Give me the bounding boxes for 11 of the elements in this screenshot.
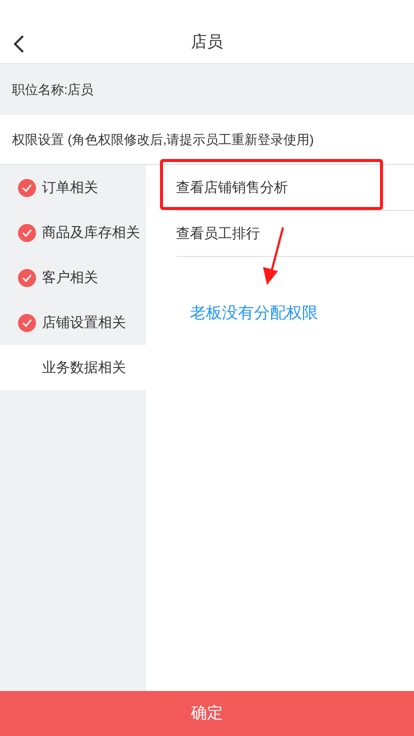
annotation-text: 老板没有分配权限 [190,304,319,324]
page-title: 店员 [191,32,223,52]
permission-heading: 权限设置 (角色权限修改后,请提示员工重新登录使用) [12,130,314,149]
position-name: 职位名称:店员 [12,80,94,99]
check-icon [18,314,36,332]
check-icon [18,178,36,196]
check-icon [18,224,36,242]
category-item[interactable]: 业务数据相关 [0,345,146,390]
permission-item[interactable]: 查看店铺销售分析 [176,165,414,211]
check-icon [18,268,36,286]
back-icon[interactable] [13,35,25,53]
